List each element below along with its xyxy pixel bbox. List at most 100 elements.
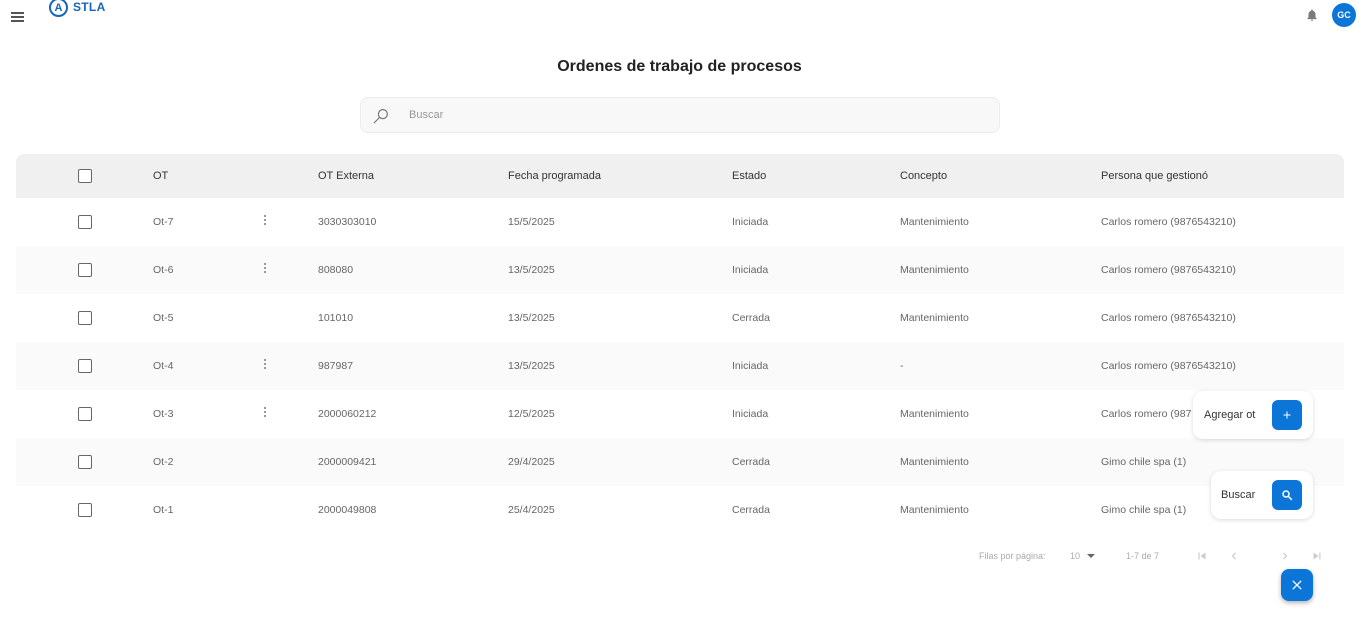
rows-per-page-label: Filas por página: [979,551,1046,561]
close-speed-dial-button[interactable] [1281,569,1313,601]
more-vert-icon[interactable] [262,407,268,421]
search-action[interactable]: Buscar [1211,471,1313,519]
search-input[interactable] [409,98,989,132]
cell-persona: Gimo chile spa (1) [1101,456,1187,468]
page-range: 1-7 de 7 [1126,551,1160,561]
page-title: Ordenes de trabajo de procesos [557,58,802,75]
cell-fecha: 29/4/2025 [508,456,555,468]
previous-page-icon[interactable] [1227,549,1241,563]
cell-fecha: 25/4/2025 [508,504,555,516]
cell-persona: Carlos romero (9876543210) [1101,312,1236,324]
cell-fecha: 13/5/2025 [508,264,555,276]
row-checkbox[interactable] [78,503,92,517]
table-row[interactable]: Ot-1 2000049808 25/4/2025 Cerrada Mantenimie… [16,486,1344,534]
cell-ot-externa: 987987 [318,360,354,372]
cell-ot: Ot-5 [153,312,174,324]
dropdown-arrow-icon[interactable] [1087,554,1095,558]
top-app-bar: A STLA GC [0,0,1359,34]
cell-concepto: - [900,360,904,372]
column-header-ot[interactable]: OT [153,170,168,182]
plus-icon [1283,411,1291,419]
cell-ot-externa: 3030303010 [318,216,377,228]
search-action-label: Buscar [1221,489,1256,501]
more-vert-icon[interactable] [262,215,268,229]
cell-concepto: Mantenimiento [900,456,969,468]
cell-ot: Ot-3 [153,408,174,420]
brand-logo[interactable]: A STLA [49,0,106,17]
table-row[interactable]: Ot-4 987987 13/5/2025 Iniciada - Carlos romer… [16,342,1344,390]
cell-concepto: Mantenimiento [900,504,969,516]
cell-ot-externa: 808080 [318,264,354,276]
row-checkbox[interactable] [78,407,92,421]
cell-estado: Cerrada [732,456,770,468]
cell-estado: Cerrada [732,312,770,324]
column-header-concepto[interactable]: Concepto [900,170,947,182]
table-row[interactable]: Ot-5 101010 13/5/2025 Cerrada Mantenimiento C… [16,294,1344,342]
search-action-button[interactable] [1272,480,1302,510]
add-ot-button[interactable] [1272,400,1302,430]
cell-ot: Ot-2 [153,456,174,468]
row-checkbox[interactable] [78,359,92,373]
logo-mark-icon: A [49,0,68,17]
table-row[interactable]: Ot-6 808080 13/5/2025 Iniciada Mantenimiento… [16,246,1344,294]
cell-persona: Carlos romero (9876543210) [1101,360,1236,372]
table-header: OT OT Externa Fecha programada Estado Co… [16,154,1344,198]
column-header-ot-externa[interactable]: OT Externa [318,170,374,182]
close-icon [1292,580,1302,590]
table-row[interactable]: Ot-2 2000009421 29/4/2025 Cerrada Mantenimie… [16,438,1344,486]
cell-fecha: 15/5/2025 [508,216,555,228]
cell-ot: Ot-1 [153,504,174,516]
cell-fecha: 12/5/2025 [508,408,555,420]
more-vert-icon[interactable] [262,263,268,277]
cell-ot: Ot-4 [153,360,174,372]
search-bar [360,97,1000,133]
table-row[interactable]: Ot-3 2000060212 12/5/2025 Iniciada Mantenimi… [16,390,1344,438]
cell-fecha: 13/5/2025 [508,360,555,372]
pagination: Filas por página: 10 1-7 de 7 [0,548,1359,564]
bell-icon[interactable] [1305,8,1319,22]
cell-estado: Cerrada [732,504,770,516]
cell-concepto: Mantenimiento [900,312,969,324]
cell-ot-externa: 101010 [318,312,354,324]
cell-ot-externa: 2000009421 [318,456,377,468]
cell-estado: Iniciada [732,264,769,276]
more-vert-icon[interactable] [262,359,268,373]
cell-fecha: 13/5/2025 [508,312,555,324]
column-header-persona[interactable]: Persona que gestionó [1101,170,1208,182]
table-row[interactable]: Ot-7 3030303010 15/5/2025 Iniciada Mantenimi… [16,198,1344,246]
cell-ot-externa: 2000060212 [318,408,377,420]
row-checkbox[interactable] [78,455,92,469]
cell-persona: Carlos romero (987 [1101,408,1192,420]
cell-estado: Iniciada [732,360,769,372]
row-checkbox[interactable] [78,311,92,325]
cell-estado: Iniciada [732,216,769,228]
cell-estado: Iniciada [732,408,769,420]
cell-persona: Carlos romero (9876543210) [1101,264,1236,276]
user-avatar[interactable]: GC [1332,3,1356,27]
next-page-icon[interactable] [1278,549,1292,563]
row-checkbox[interactable] [78,215,92,229]
cell-concepto: Mantenimiento [900,216,969,228]
search-icon [373,109,388,124]
cell-concepto: Mantenimiento [900,264,969,276]
table-body: Ot-7 3030303010 15/5/2025 Iniciada Mantenimi… [16,198,1344,534]
column-header-fecha[interactable]: Fecha programada [508,170,601,182]
column-header-estado[interactable]: Estado [732,170,766,182]
first-page-icon[interactable] [1195,549,1209,563]
add-ot-label: Agregar ot [1204,409,1256,421]
cell-ot: Ot-7 [153,216,174,228]
select-all-checkbox[interactable] [78,169,92,183]
row-checkbox[interactable] [78,263,92,277]
add-ot-action[interactable]: Agregar ot [1193,391,1313,439]
cell-persona: Gimo chile spa (1) [1101,504,1187,516]
cell-concepto: Mantenimiento [900,408,969,420]
cell-ot: Ot-6 [153,264,174,276]
last-page-icon[interactable] [1310,549,1324,563]
orders-table: OT OT Externa Fecha programada Estado Co… [16,154,1344,534]
menu-icon[interactable] [11,12,24,22]
brand-name: STLA [73,0,106,14]
cell-ot-externa: 2000049808 [318,504,377,516]
rows-per-page-select[interactable]: 10 [1070,551,1080,561]
cell-persona: Carlos romero (9876543210) [1101,216,1236,228]
search-icon [1282,490,1293,501]
